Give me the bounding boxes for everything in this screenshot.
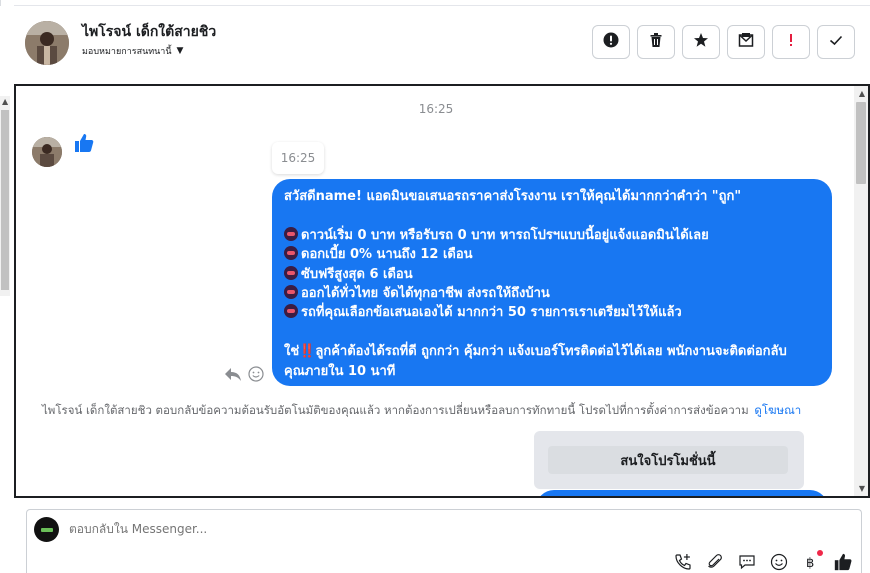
message-line: สวัสดีname! แอดมินขอเสนอรถราคาส่งโรงงาน … <box>284 189 742 204</box>
check-icon <box>828 32 844 52</box>
caret-down-icon: ▼ <box>176 46 184 56</box>
baht-icon[interactable]: ฿ <box>801 550 823 572</box>
report-button[interactable] <box>592 25 630 59</box>
conversation-actions <box>592 25 855 59</box>
scroll-up-arrow[interactable]: ▲ <box>859 89 865 98</box>
car-emoji-icon <box>284 246 298 261</box>
car-emoji-icon <box>284 304 298 319</box>
scroll-down-arrow[interactable]: ▼ <box>859 484 865 493</box>
assign-label: มอบหมายการสนทนานี้ <box>82 47 172 57</box>
paperclip-icon[interactable] <box>705 552 725 572</box>
react-emoji-icon[interactable] <box>248 366 264 386</box>
mail-unread-icon <box>738 32 754 52</box>
phone-plus-icon[interactable] <box>673 552 693 572</box>
conversation-scrollbar[interactable]: ▲ ▼ <box>854 86 868 496</box>
outgoing-message-bubble[interactable]: สวัสดีname! แอดมินขอเสนอรถราคาส่งโรงงาน … <box>272 179 832 386</box>
done-button[interactable] <box>817 25 855 59</box>
view-ad-link[interactable]: ดูโฆษณา <box>754 403 801 417</box>
emoji-icon[interactable] <box>769 552 789 572</box>
message-line: ออกได้ทั่วไทย จัดได้ทุกอาชีพ ส่งรถให้ถึง… <box>284 284 820 303</box>
saved-reply-icon[interactable] <box>737 552 757 572</box>
page-avatar <box>34 517 59 542</box>
conversation-panel: 16:25 16:25 สวัสดีname! แอดมินขอเสนอรถรา… <box>14 84 870 498</box>
priority-icon <box>783 32 799 52</box>
message-line: ใช่‼️ลูกค้าต้องได้รถที่ดี ถูกกว่า คุ้มกว… <box>284 344 787 360</box>
star-icon <box>693 32 709 52</box>
assign-conversation-dropdown[interactable]: มอบหมายการสนทนานี้ ▼ <box>82 44 183 58</box>
reply-composer: ฿ <box>26 509 862 573</box>
page-scrollbar-thumb[interactable] <box>1 110 9 290</box>
promo-quick-reply-card: สนใจโปรโมชั่นนี้ <box>534 431 804 489</box>
contact-avatar[interactable] <box>25 21 69 65</box>
notification-dot <box>817 550 823 556</box>
sender-avatar[interactable] <box>32 137 62 167</box>
next-message-bubble <box>536 490 828 496</box>
conversation-scrollbar-thumb[interactable] <box>856 102 866 184</box>
message-line: ซับฟรีสูงสุด 6 เดือน <box>284 265 820 284</box>
header-top-divider <box>14 0 870 6</box>
star-button[interactable] <box>682 25 720 59</box>
contact-name[interactable]: ไพโรจน์ เด็กใต้สายชิว <box>82 21 216 43</box>
svg-text:฿: ฿ <box>806 556 814 571</box>
priority-button[interactable] <box>772 25 810 59</box>
composer-tools: ฿ <box>673 550 853 572</box>
message-line: คุณภายใน 10 นาที <box>284 363 396 379</box>
thumbs-up-icon <box>73 132 95 158</box>
reply-input[interactable] <box>69 522 569 536</box>
promo-interest-button[interactable]: สนใจโปรโมชั่นนี้ <box>548 446 788 474</box>
outer-scroll-top <box>0 0 14 6</box>
trash-icon <box>648 32 664 52</box>
conversation-timestamp: 16:25 <box>418 102 454 116</box>
message-time-tooltip: 16:25 <box>272 142 324 174</box>
delete-button[interactable] <box>637 25 675 59</box>
auto-reply-system-note: ไพโรจน์ เด็กใต้สายชิว ตอบกลับข้อความต้อน… <box>42 403 802 417</box>
message-line: ดาวน์เริ่ม 0 บาท หรือรับรถ 0 บาท หารถโปร… <box>284 226 820 245</box>
message-hover-actions <box>224 366 264 386</box>
message-line: รถที่คุณเลือกข้อเสนอเองได้ มากกว่า 50 รา… <box>284 303 820 322</box>
mark-unread-button[interactable] <box>727 25 765 59</box>
message-line: ดอกเบี้ย 0% นานถึง 12 เดือน <box>284 245 820 264</box>
alert-circle-icon <box>603 32 619 52</box>
car-emoji-icon <box>284 285 298 300</box>
thumbs-up-icon[interactable] <box>833 552 853 572</box>
reply-icon[interactable] <box>224 366 242 386</box>
car-emoji-icon <box>284 265 298 280</box>
car-emoji-icon <box>284 226 298 241</box>
page-scroll-up-arrow[interactable]: ▲ <box>2 97 8 106</box>
double-exclamation-emoji: ‼️ <box>299 344 316 360</box>
